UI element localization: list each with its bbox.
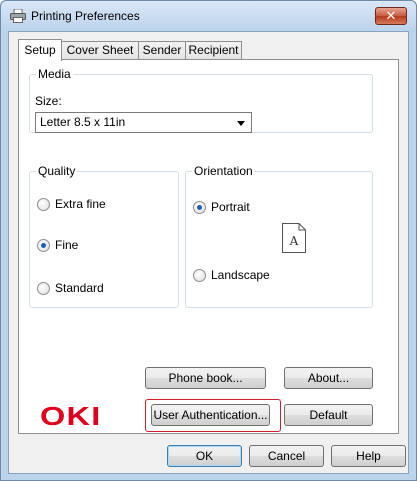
orientation-group-label: Orientation [192, 164, 255, 178]
oki-logo: OKI [40, 401, 102, 431]
tab-setup[interactable]: Setup [18, 39, 62, 61]
window-title: Printing Preferences [31, 9, 140, 23]
cancel-button[interactable]: Cancel [249, 445, 324, 467]
tab-cover-sheet[interactable]: Cover Sheet [61, 41, 139, 60]
ok-button[interactable]: OK [167, 445, 242, 467]
orientation-portrait-radio[interactable]: Portrait [193, 200, 250, 214]
quality-standard-radio[interactable]: Standard [37, 281, 104, 295]
quality-fine-radio[interactable]: Fine [37, 238, 78, 252]
help-button[interactable]: Help [331, 445, 406, 467]
close-icon: ✕ [385, 8, 397, 23]
title-bar[interactable]: Printing Preferences ✕ [1, 1, 416, 31]
radio-button-checked-icon [193, 200, 206, 214]
size-label: Size: [35, 94, 62, 108]
printing-preferences-window: Printing Preferences ✕ Setup Cover Sheet… [0, 0, 417, 481]
paper-size-value: Letter 8.5 x 11in [40, 115, 126, 129]
orientation-portrait-label: Portrait [211, 200, 250, 214]
page-preview-letter: A [289, 234, 299, 248]
radio-button-checked-icon [37, 238, 50, 252]
media-group-label: Media [36, 67, 73, 81]
radio-button-icon [193, 268, 206, 282]
quality-group-label: Quality [36, 164, 78, 178]
radio-button-icon [37, 281, 50, 295]
orientation-group: Orientation [185, 164, 373, 308]
phone-book-button[interactable]: Phone book... [145, 367, 266, 389]
tab-sender[interactable]: Sender [138, 41, 186, 60]
user-authentication-button[interactable]: User Authentication... [151, 404, 270, 426]
orientation-landscape-radio[interactable]: Landscape [193, 268, 270, 282]
setup-tab-panel: Media Size: Letter 8.5 x 11in Quality Ex… [18, 59, 399, 434]
quality-fine-label: Fine [55, 238, 79, 252]
radio-button-icon [37, 197, 50, 211]
about-button[interactable]: About... [284, 367, 373, 389]
portrait-page-icon: A [282, 223, 306, 253]
close-button[interactable]: ✕ [375, 7, 407, 25]
quality-standard-label: Standard [55, 281, 104, 295]
quality-extra-fine-label: Extra fine [55, 197, 106, 211]
quality-extra-fine-radio[interactable]: Extra fine [37, 197, 106, 211]
dialog-client-area: Setup Cover Sheet Sender Recipient Media… [8, 31, 409, 474]
chevron-down-icon [237, 121, 245, 126]
orientation-landscape-label: Landscape [211, 268, 270, 282]
printer-icon [10, 9, 26, 23]
tab-recipient[interactable]: Recipient [185, 41, 242, 60]
paper-size-select[interactable]: Letter 8.5 x 11in [35, 112, 252, 133]
default-button[interactable]: Default [284, 404, 373, 426]
